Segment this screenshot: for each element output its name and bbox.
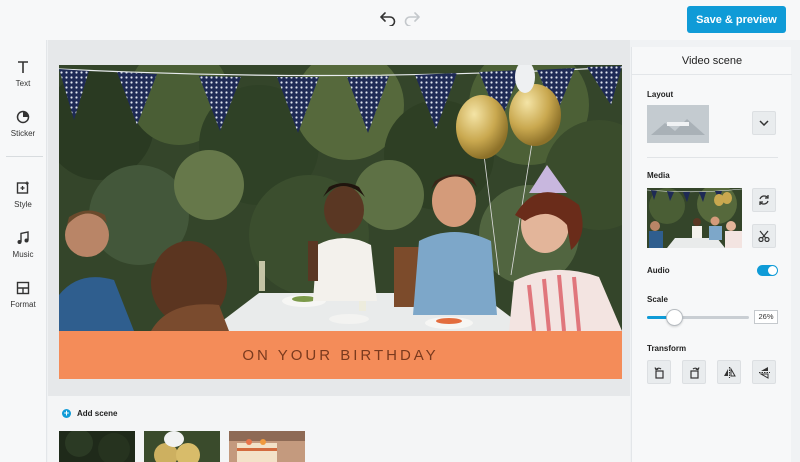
sidebar-divider: [6, 156, 43, 157]
scene-thumbnail[interactable]: [229, 431, 305, 462]
chevron-down-icon: [759, 120, 769, 126]
add-scene-button[interactable]: + Add scene: [62, 409, 117, 418]
sidebar-item-format[interactable]: Format: [0, 278, 46, 320]
panel-title: Video scene: [632, 47, 792, 75]
sidebar-item-label: Music: [12, 250, 34, 259]
text-icon: [18, 61, 28, 73]
toggle-knob: [768, 266, 777, 275]
style-icon: [16, 181, 29, 194]
sidebar-item-style[interactable]: Style: [0, 178, 46, 220]
undo-button[interactable]: [378, 9, 398, 29]
media-label: Media: [647, 171, 670, 180]
trim-media-button[interactable]: [752, 224, 776, 248]
scene-strip: + Add scene: [48, 396, 630, 462]
sidebar-item-label: Sticker: [10, 129, 36, 138]
flip-horizontal-icon: [723, 366, 736, 378]
scene-thumbnail[interactable]: [144, 431, 220, 462]
add-scene-label: Add scene: [77, 409, 118, 418]
flip-horizontal-button[interactable]: [717, 360, 741, 384]
sidebar-item-label: Format: [10, 300, 36, 309]
image-placeholder-icon: [647, 105, 709, 143]
redo-arrow-icon: [404, 12, 420, 26]
layout-thumbnail[interactable]: [647, 105, 709, 143]
layout-dropdown-button[interactable]: [752, 111, 776, 135]
scale-slider[interactable]: [647, 309, 749, 326]
rotate-left-icon: [653, 366, 664, 379]
layout-label: Layout: [647, 90, 674, 99]
undo-arrow-icon: [380, 12, 396, 26]
canvas-area: ON YOUR BIRTHDAY: [48, 40, 630, 396]
music-note-icon: [17, 231, 29, 244]
scene-photo[interactable]: [59, 65, 622, 331]
scene-thumbnail[interactable]: [59, 431, 135, 462]
flip-vertical-button[interactable]: [752, 360, 776, 384]
sidebar-item-label: Text: [15, 79, 31, 88]
flip-vertical-icon: [758, 366, 770, 379]
tool-sidebar: Text Sticker Style Music Format: [0, 40, 47, 462]
scale-slider-handle[interactable]: [665, 309, 683, 326]
media-thumbnail[interactable]: [647, 188, 742, 248]
transform-label: Transform: [647, 344, 687, 353]
scale-value-field[interactable]: 26%: [754, 310, 778, 324]
rotate-right-icon: [689, 366, 700, 379]
audio-toggle[interactable]: [757, 265, 778, 276]
sidebar-item-label: Style: [14, 200, 32, 209]
caption-banner[interactable]: ON YOUR BIRTHDAY: [59, 331, 622, 379]
scene-thumbnail-image: [144, 431, 220, 462]
refresh-icon: [759, 195, 769, 205]
scene-thumbnail-image: [59, 431, 135, 462]
top-bar: Save & preview: [0, 0, 800, 40]
media-thumbnail-image: [647, 188, 742, 248]
rotate-left-button[interactable]: [647, 360, 671, 384]
save-preview-button[interactable]: Save & preview: [687, 6, 786, 33]
birthday-party-image: [59, 65, 622, 331]
rotate-right-button[interactable]: [682, 360, 706, 384]
panel-divider: [647, 157, 778, 158]
sidebar-item-sticker[interactable]: Sticker: [0, 107, 46, 149]
sidebar-item-music[interactable]: Music: [0, 228, 46, 270]
scene-thumbnail-image: [229, 431, 305, 462]
scale-label: Scale: [647, 295, 668, 304]
sidebar-item-text[interactable]: Text: [0, 57, 46, 99]
plus-icon: +: [62, 408, 71, 418]
caption-text[interactable]: ON YOUR BIRTHDAY: [242, 347, 438, 364]
redo-button[interactable]: [402, 9, 422, 29]
sticker-icon: [16, 110, 30, 124]
format-layout-icon: [16, 281, 30, 295]
properties-panel: Video scene Layout Media Audio Scale 26%…: [631, 47, 792, 462]
audio-label: Audio: [647, 266, 670, 275]
replace-media-button[interactable]: [752, 188, 776, 212]
scissors-icon: [758, 230, 770, 242]
